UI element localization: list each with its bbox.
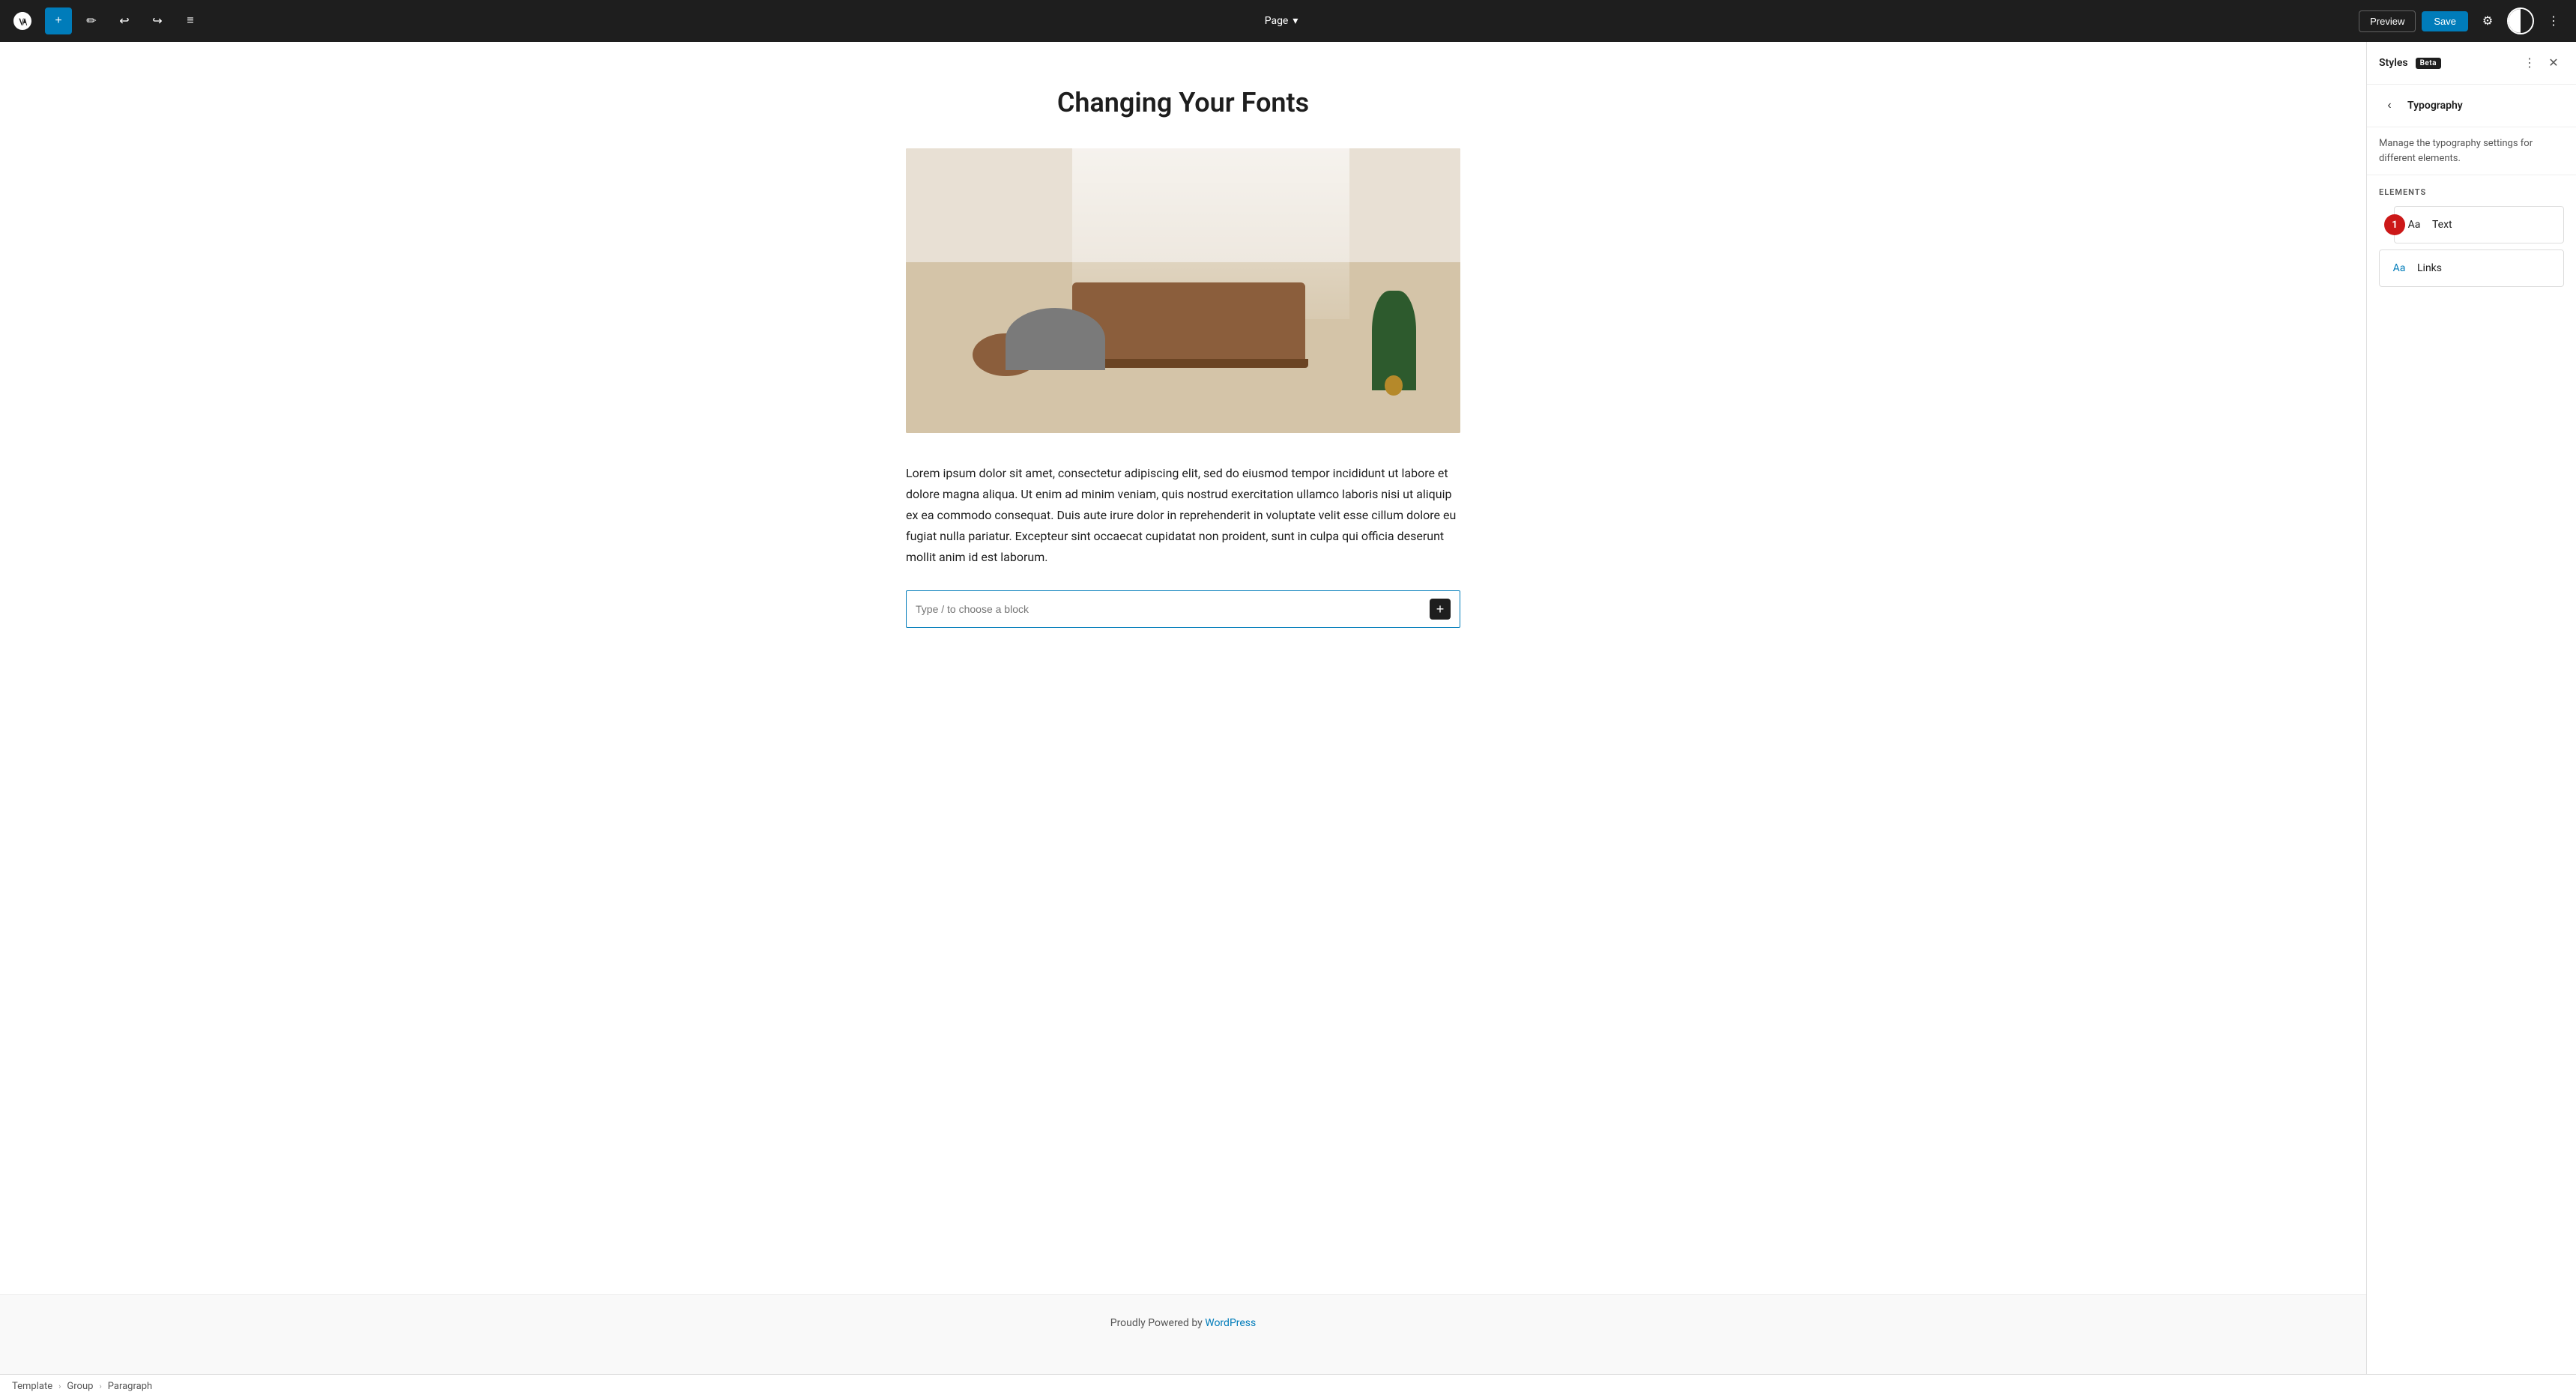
block-add-button[interactable]: + [1430,599,1451,620]
elements-label: ELEMENTS [2379,187,2564,197]
panel-header-left: Styles Beta [2379,57,2441,69]
theme-toggle-icon [2509,9,2533,33]
breadcrumb-group[interactable]: Group [67,1381,93,1392]
redo-button[interactable]: ↪ [144,7,171,34]
beta-badge: Beta [2416,58,2441,69]
right-panel: Styles Beta ⋮ ✕ ‹ Typography Manage the … [2366,42,2576,1374]
theme-toggle-button[interactable] [2507,7,2534,34]
chair-decoration [1006,308,1105,371]
ellipsis-icon: ⋮ [2548,13,2560,28]
breadcrumb-sep-2: › [99,1382,101,1391]
plus-icon: + [1436,602,1445,617]
back-button[interactable]: ‹ [2379,95,2400,116]
panel-close-button[interactable]: ✕ [2543,52,2564,73]
add-icon: + [55,14,61,28]
plant-decoration [1372,291,1416,390]
undo-button[interactable]: ↩ [111,7,138,34]
editor-footer: Proudly Powered by WordPress [0,1294,2366,1374]
chevron-down-icon: ▾ [1292,15,1298,27]
panel-more-button[interactable]: ⋮ [2519,52,2540,73]
editor-content: Changing Your Fonts Lorem ipsum dolor si… [876,42,1490,1294]
settings-button[interactable]: ⚙ [2474,7,2501,34]
wordpress-link[interactable]: WordPress [1205,1317,1256,1329]
block-input[interactable] [916,603,1424,615]
ellipsis-icon: ⋮ [2524,55,2536,70]
pencil-icon: ✏ [86,13,96,28]
preview-button[interactable]: Preview [2359,10,2416,32]
chevron-left-icon: ‹ [2387,99,2391,112]
list-icon: ≡ [187,14,193,28]
redo-icon: ↪ [152,13,162,28]
block-input-row[interactable]: + [906,590,1460,628]
editor-area: Changing Your Fonts Lorem ipsum dolor si… [0,42,2366,1374]
undo-icon: ↩ [119,13,129,28]
panel-header-right: ⋮ ✕ [2519,52,2564,73]
toolbar-right: Preview Save ⚙ ⋮ [2359,7,2567,34]
styles-panel-title: Styles [2379,57,2408,69]
close-icon: ✕ [2548,55,2558,70]
page-label-text: Page [1265,15,1289,27]
typography-text-element[interactable]: 1 Aa Text [2394,206,2564,243]
main-toolbar: + ✏ ↩ ↪ ≡ Page ▾ Preview Save ⚙ ⋮ [0,0,2576,42]
paragraph-block: Lorem ipsum dolor sit amet, consectetur … [906,463,1460,568]
gear-icon: ⚙ [2482,13,2493,28]
main-area: Changing Your Fonts Lorem ipsum dolor si… [0,42,2576,1374]
featured-image-inner [906,148,1460,433]
breadcrumb-sep-1: › [58,1382,61,1391]
typography-links-element[interactable]: Aa Links [2379,249,2564,287]
text-element-label: Text [2432,219,2452,231]
breadcrumb-paragraph[interactable]: Paragraph [108,1381,152,1392]
save-button[interactable]: Save [2422,11,2468,31]
wp-logo[interactable] [9,7,36,34]
typography-title: Typography [2407,100,2463,112]
links-element-label: Links [2417,262,2442,274]
toolbar-center: Page ▾ [210,10,2353,31]
breadcrumb-bar: Template › Group › Paragraph [0,1374,2576,1398]
edit-tool-button[interactable]: ✏ [78,7,105,34]
breadcrumb-template[interactable]: Template [12,1381,52,1392]
footer-text: Proudly Powered by [1110,1317,1206,1329]
step-indicator: 1 [2384,214,2405,235]
typography-header: ‹ Typography [2367,85,2576,127]
page-dropdown[interactable]: Page ▾ [1257,10,1306,31]
typography-description: Manage the typography settings for diffe… [2367,127,2576,175]
more-options-button[interactable]: ⋮ [2540,7,2567,34]
sofa-decoration [1072,282,1305,362]
page-title: Changing Your Fonts [906,87,1460,118]
panel-header: Styles Beta ⋮ ✕ [2367,42,2576,85]
add-block-button[interactable]: + [45,7,72,34]
text-aa-icon: Aa [2404,214,2425,235]
links-aa-icon: Aa [2389,258,2410,279]
elements-section: ELEMENTS 1 Aa Text Aa Links [2367,175,2576,305]
list-view-button[interactable]: ≡ [177,7,204,34]
featured-image [906,148,1460,433]
